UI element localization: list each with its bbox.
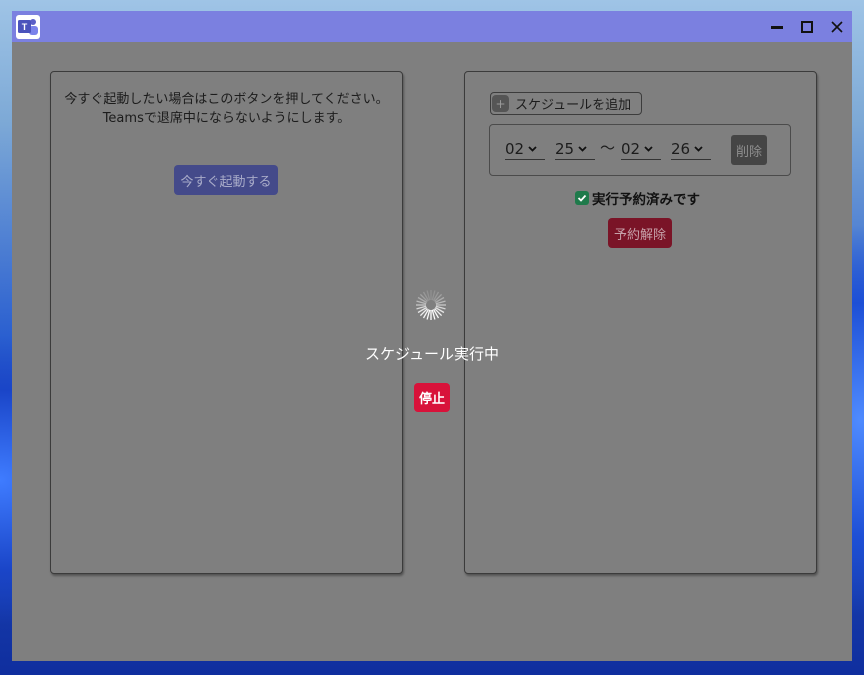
start-minute-value: 25 xyxy=(555,139,575,158)
minimize-icon xyxy=(771,25,783,29)
add-schedule-label: スケジュールを追加 xyxy=(515,98,632,113)
maximize-button[interactable] xyxy=(792,11,822,42)
cancel-reservation-button[interactable]: 予約解除 xyxy=(608,218,672,248)
title-bar[interactable]: T xyxy=(12,11,852,42)
loading-spinner-icon xyxy=(416,290,446,320)
chevron-down-icon xyxy=(644,145,653,152)
plus-icon: + xyxy=(492,95,509,112)
maximize-icon xyxy=(801,20,813,33)
delete-schedule-button[interactable]: 削除 xyxy=(731,135,767,165)
launch-instruction-line1: 今すぐ起動したい場合はこのボタンを押してください。 xyxy=(64,92,389,107)
reservation-status-text: 実行予約済みです xyxy=(592,192,700,208)
time-range-separator: 〜 xyxy=(600,139,616,157)
teams-icon: T xyxy=(16,15,40,39)
schedule-entry: 02 25 〜 02 26 削除 xyxy=(489,124,791,176)
launch-instruction-line2: Teamsで退席中にならないようにします。 xyxy=(102,111,351,126)
add-schedule-button[interactable]: + スケジュールを追加 xyxy=(490,92,642,115)
stop-button[interactable]: 停止 xyxy=(414,383,450,412)
launch-now-button[interactable]: 今すぐ起動する xyxy=(174,165,278,195)
running-status-text: スケジュール実行中 xyxy=(365,345,499,363)
checkbox-checked-icon xyxy=(575,191,589,205)
close-icon xyxy=(831,20,843,33)
reservation-status: 実行予約済みです xyxy=(575,188,700,208)
chevron-down-icon xyxy=(528,145,537,152)
start-minute-select[interactable]: 25 xyxy=(555,138,595,160)
chevron-down-icon xyxy=(578,145,587,152)
start-hour-value: 02 xyxy=(505,139,525,158)
end-minute-value: 26 xyxy=(671,139,691,158)
end-hour-select[interactable]: 02 xyxy=(621,138,661,160)
schedule-panel: + スケジュールを追加 02 25 〜 02 26 削除 実行予約済みです 予約… xyxy=(464,71,817,574)
app-window: T 今すぐ起動したい場合はこのボタンを押してください。 Teamsで退席中になら… xyxy=(12,11,852,661)
end-hour-value: 02 xyxy=(621,139,641,158)
start-hour-select[interactable]: 02 xyxy=(505,138,545,160)
chevron-down-icon xyxy=(694,145,703,152)
close-button[interactable] xyxy=(822,11,852,42)
minimize-button[interactable] xyxy=(762,11,792,42)
end-minute-select[interactable]: 26 xyxy=(671,138,711,160)
immediate-launch-panel: 今すぐ起動したい場合はこのボタンを押してください。 Teamsで退席中にならない… xyxy=(50,71,403,574)
svg-text:T: T xyxy=(22,22,28,32)
